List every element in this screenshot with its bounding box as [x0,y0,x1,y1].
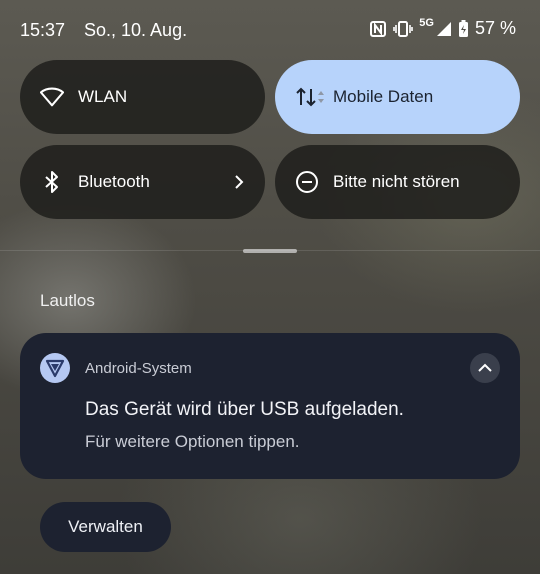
status-bar: 15:37 So., 10. Aug. 5G 57 % [0,0,540,60]
tile-mobile-data[interactable]: Mobile Daten [275,60,520,134]
tile-wlan[interactable]: WLAN [20,60,265,134]
clock: 15:37 [20,20,66,40]
vibrate-icon [393,20,414,38]
notification-body: Für weitere Optionen tippen. [85,432,300,451]
signal-icon [436,21,452,37]
battery-charging-icon [458,19,469,38]
manage-button[interactable]: Verwalten [40,502,171,552]
tile-dnd-label: Bitte nicht stören [333,172,460,191]
status-icons: 5G 57 % [369,16,516,39]
collapse-button[interactable] [470,353,500,383]
network-type: 5G [419,16,434,29]
bluetooth-icon [40,170,64,194]
tile-bluetooth-label: Bluetooth [78,172,150,191]
tile-wlan-label: WLAN [78,87,128,106]
drag-handle[interactable] [243,249,297,253]
notification-app-name: Android-System [85,360,192,377]
chevron-right-icon[interactable] [233,170,245,199]
battery-level: 57 % [474,18,516,38]
data-transfer-icon [295,85,329,109]
wifi-icon [40,85,64,109]
tile-mobile-data-label: Mobile Daten [333,87,434,106]
notification-title: Das Gerät wird über USB aufgeladen. [85,399,404,420]
notification-card[interactable]: Android-System Das Gerät wird über USB a… [20,333,520,479]
android-system-icon [40,353,70,383]
section-label-silent: Lautlos [40,291,95,310]
tile-do-not-disturb[interactable]: Bitte nicht stören [275,145,520,219]
do-not-disturb-icon [295,170,319,194]
nfc-icon [369,20,387,38]
tile-bluetooth[interactable]: Bluetooth [20,145,265,219]
date: So., 10. Aug. [84,20,188,40]
